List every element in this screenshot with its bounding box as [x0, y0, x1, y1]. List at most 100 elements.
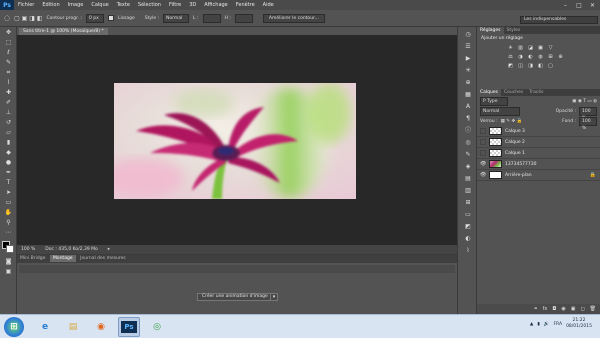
- menu-3d[interactable]: 3D: [185, 2, 200, 8]
- tray-arrow-icon[interactable]: ▲: [530, 322, 533, 327]
- opacity-input[interactable]: 100 %: [579, 106, 597, 121]
- menu-fenetre[interactable]: Fenêtre: [232, 2, 259, 8]
- gradient-map-icon[interactable]: ◧: [537, 63, 544, 69]
- firefox-taskbar-icon[interactable]: ◉: [90, 317, 112, 337]
- menu-selection[interactable]: Sélection: [134, 2, 165, 8]
- invert-icon[interactable]: ◩: [507, 63, 514, 69]
- create-animation-button[interactable]: Créer une animation d'image: [197, 293, 273, 301]
- marquee-tool-icon[interactable]: ⬚: [2, 39, 15, 47]
- workspace-select[interactable]: Les indispensables: [520, 16, 598, 24]
- color-swatches[interactable]: [0, 240, 17, 256]
- eraser-tool-icon[interactable]: ▱: [2, 129, 15, 137]
- style-select[interactable]: Normal: [163, 13, 190, 23]
- fill-input[interactable]: 100 %: [579, 116, 597, 131]
- flower-image[interactable]: [114, 83, 356, 199]
- visibility-eye-icon[interactable]: 👁: [480, 161, 486, 167]
- background-color-swatch[interactable]: [6, 245, 14, 253]
- lissage-checkbox[interactable]: [107, 15, 114, 21]
- tab-traces[interactable]: Tracés: [526, 89, 546, 96]
- quick-mask-icon[interactable]: ◙: [2, 258, 15, 266]
- selection-mode-icon[interactable]: ▢ ▣ ◨ ◧: [14, 15, 42, 22]
- chrome-taskbar-icon[interactable]: ◎: [146, 317, 168, 337]
- height-input[interactable]: [234, 13, 253, 23]
- minimize-button[interactable]: –: [561, 2, 570, 9]
- black-white-icon[interactable]: ◐: [527, 54, 534, 60]
- curves-icon[interactable]: ◪: [527, 45, 534, 51]
- navigator-icon[interactable]: ◎: [461, 138, 475, 147]
- visibility-eye-icon[interactable]: [480, 128, 486, 134]
- marquee-tool-icon[interactable]: ◌: [4, 14, 10, 22]
- healing-brush-icon[interactable]: ✚: [2, 89, 15, 97]
- layer-row[interactable]: 👁 Arrière-plan 🔒: [477, 170, 600, 181]
- paragraph-icon[interactable]: ¶: [461, 114, 475, 123]
- tab-calques[interactable]: Calques: [477, 89, 501, 96]
- clone-stamp-icon[interactable]: ⊥: [2, 109, 15, 117]
- close-window-button[interactable]: ✕: [588, 2, 597, 9]
- swatches-icon[interactable]: ▦: [461, 90, 475, 99]
- quick-select-tool-icon[interactable]: ✎: [2, 59, 15, 67]
- maximize-button[interactable]: □: [574, 2, 583, 9]
- status-arrow-icon[interactable]: ▸: [108, 247, 110, 252]
- visibility-eye-icon[interactable]: [480, 139, 486, 145]
- menu-affichage[interactable]: Affichage: [200, 2, 232, 8]
- tool-presets-icon[interactable]: ▥: [461, 186, 475, 195]
- hue-saturation-icon[interactable]: ◑: [517, 54, 524, 60]
- lasso-tool-icon[interactable]: ℓ: [2, 49, 15, 57]
- hand-tool-icon[interactable]: ✋: [2, 209, 15, 217]
- exposure-icon[interactable]: ▣: [537, 45, 544, 51]
- notes-icon[interactable]: ✎: [461, 150, 475, 159]
- styles-icon[interactable]: ◩: [461, 222, 475, 231]
- photo-filter-icon[interactable]: ◍: [537, 54, 544, 60]
- link-layers-icon[interactable]: ⚭: [533, 306, 537, 312]
- zoom-level[interactable]: 100 %: [21, 247, 35, 252]
- tab-reglages[interactable]: Réglages: [477, 27, 504, 34]
- blur-tool-icon[interactable]: ◆: [2, 149, 15, 157]
- width-input[interactable]: [202, 13, 221, 23]
- adjustments-icon[interactable]: ◐: [461, 234, 475, 243]
- extra-tools-icon[interactable]: ⋯: [2, 229, 15, 237]
- zoom-tool-icon[interactable]: ⚲: [2, 219, 15, 227]
- move-tool-icon[interactable]: ✥: [2, 29, 15, 37]
- history-icon[interactable]: ◷: [461, 30, 475, 39]
- screen-mode-icon[interactable]: ▣: [2, 268, 15, 276]
- network-icon[interactable]: ▮: [537, 322, 539, 327]
- tab-mini-bridge[interactable]: Mini Bridge: [17, 255, 48, 262]
- info-icon[interactable]: ⓘ: [461, 126, 475, 135]
- menu-calque[interactable]: Calque: [87, 2, 112, 8]
- layer-comps-icon[interactable]: ▤: [461, 174, 475, 183]
- color-lookup-icon[interactable]: ⊕: [557, 54, 564, 60]
- dodge-tool-icon[interactable]: ●: [2, 159, 15, 167]
- canvas-area[interactable]: [17, 35, 457, 245]
- visibility-eye-icon[interactable]: 👁: [480, 172, 486, 178]
- start-button[interactable]: ⊞: [4, 317, 24, 337]
- pen-tool-icon[interactable]: ✒: [2, 169, 15, 177]
- menu-fichier[interactable]: Fichier: [14, 2, 38, 8]
- tab-montage[interactable]: Montage: [49, 255, 76, 262]
- clock[interactable]: 21:22 08/01/2015: [566, 318, 592, 330]
- menu-aide[interactable]: Aide: [259, 2, 278, 8]
- brush-tool-icon[interactable]: ✐: [2, 99, 15, 107]
- crop-tool-icon[interactable]: ⌗: [2, 69, 15, 77]
- layer-row[interactable]: Calque 2: [477, 137, 600, 148]
- actions-icon[interactable]: ▶: [461, 54, 475, 63]
- 3d-icon[interactable]: ◈: [461, 162, 475, 171]
- trash-icon[interactable]: 🗑: [590, 306, 596, 312]
- ie-taskbar-icon[interactable]: e: [34, 317, 56, 337]
- eyedropper-tool-icon[interactable]: ⌇: [2, 79, 15, 87]
- menu-edition[interactable]: Edition: [38, 2, 63, 8]
- tab-journal-mesures[interactable]: Journal des mesures: [77, 255, 129, 262]
- contour-input[interactable]: 0 px: [85, 13, 104, 23]
- fx-icon[interactable]: fx: [543, 306, 548, 312]
- menu-image[interactable]: Image: [64, 2, 88, 8]
- menu-texte[interactable]: Texte: [113, 2, 134, 8]
- layer-row[interactable]: Calque 1: [477, 148, 600, 159]
- properties-icon[interactable]: ☰: [461, 42, 475, 51]
- channel-mixer-icon[interactable]: ⊞: [547, 54, 554, 60]
- blend-mode-select[interactable]: Normal: [480, 106, 520, 116]
- history-brush-icon[interactable]: ↺: [2, 119, 15, 127]
- create-animation-dropdown-icon[interactable]: ▾: [270, 293, 278, 301]
- document-tab[interactable]: Sans titre-1 @ 100% (Mosaïque/8) *: [19, 28, 108, 35]
- group-icon[interactable]: ▣: [571, 306, 576, 312]
- posterize-icon[interactable]: ◫: [517, 63, 524, 69]
- tab-couches[interactable]: Couches: [501, 89, 526, 96]
